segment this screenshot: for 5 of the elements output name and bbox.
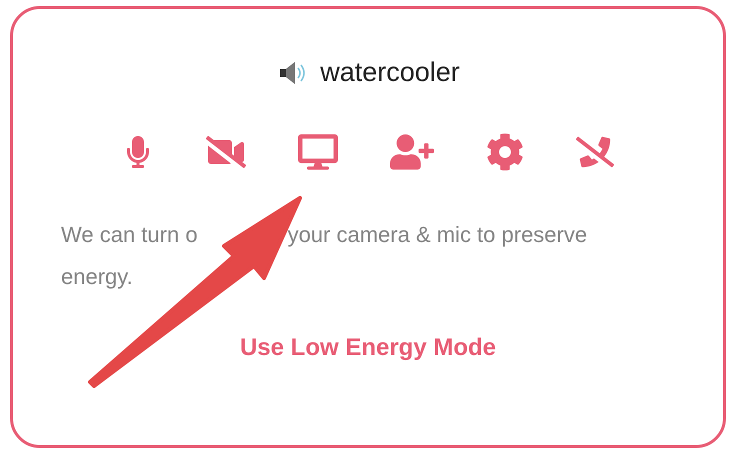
channel-title: watercooler [320,57,460,88]
message-text: your camera & mic to preserve [288,222,588,247]
message-text: We can turn o [61,222,198,247]
message-text: energy. [61,264,133,289]
low-energy-link[interactable]: Use Low Energy Mode [240,334,496,362]
